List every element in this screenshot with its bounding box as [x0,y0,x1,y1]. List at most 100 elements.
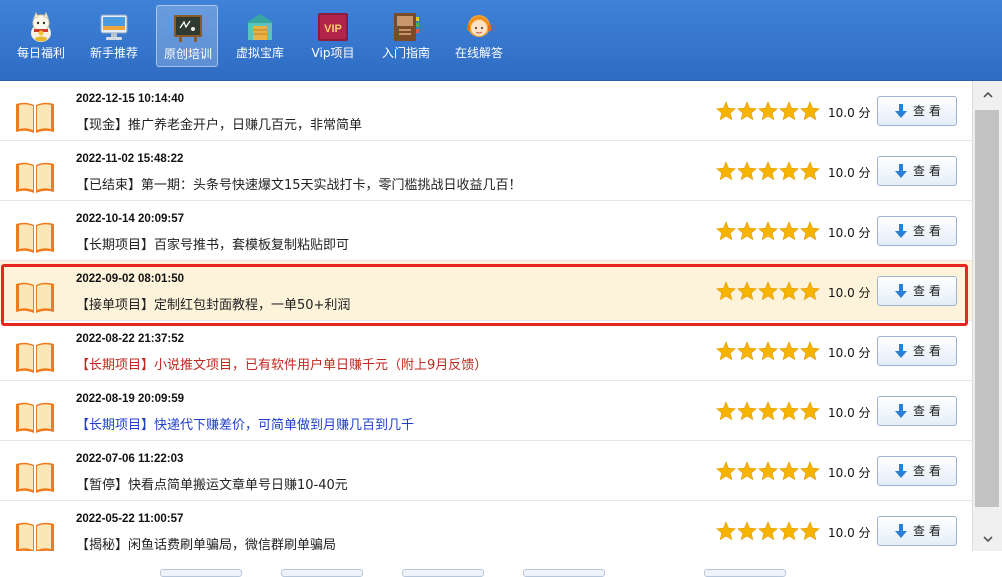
row-score: 10.0 分 [828,226,871,240]
star-icon [800,101,820,121]
star-icon [800,401,820,421]
list-item[interactable]: 2022-10-14 20:09:57 【长期项目】百家号推书，套模板复制粘贴即可… [0,201,972,261]
star-icon [779,521,799,541]
vertical-scrollbar[interactable] [972,81,1002,551]
star-rating [716,101,820,121]
toolbar-item-label: 入门指南 [381,46,430,60]
toolbar-item-beginner-guide[interactable]: 入门指南 [375,5,437,67]
footer-button[interactable] [160,569,242,577]
list-item[interactable]: 2022-07-06 11:22:03 【暂停】快看点简单搬运文章单号日赚10-4… [0,441,972,501]
view-button[interactable]: 查 看 [877,516,957,546]
star-icon [716,161,736,181]
row-title[interactable]: 【现金】推广养老金开户，日赚几百元，非常简单 [76,114,362,133]
star-rating [716,221,820,241]
toolbar-item-newbie[interactable]: 新手推荐 [83,5,145,67]
toolbar-item-vip-projects[interactable]: VIP Vip项目 [302,5,364,67]
star-rating [716,521,820,541]
star-icon [716,221,736,241]
star-icon [758,281,778,301]
star-icon [779,221,799,241]
star-icon [800,341,820,361]
view-button[interactable]: 查 看 [877,456,957,486]
row-title[interactable]: 【暂停】快看点简单搬运文章单号日赚10-40元 [76,474,348,493]
toolbar-item-daily-welfare[interactable]: 每日福利 [10,5,72,67]
footer-button[interactable] [281,569,363,577]
toolbar-item-online-help[interactable]: 在线解答 [448,5,510,67]
open-book-icon [16,102,54,133]
view-button-label: 查 看 [913,344,941,358]
footer-bar [0,551,1002,577]
list-item[interactable]: 2022-09-02 08:01:50 【接单项目】定制红包封面教程，一单50+利… [0,261,972,321]
open-book-icon [16,462,54,493]
guide-book-icon [394,13,419,41]
footer-button[interactable] [402,569,484,577]
footer-button[interactable] [523,569,605,577]
row-title[interactable]: 【长期项目】小说推文项目，已有软件用户单日赚千元（附上9月反馈） [76,354,487,373]
toolbar-item-label: 虚拟宝库 [235,46,284,60]
view-button-label: 查 看 [913,464,941,478]
star-icon [758,221,778,241]
toolbar-item-label: Vip项目 [311,46,355,60]
row-date: 2022-07-06 11:22:03 [76,453,184,465]
open-book-icon [16,522,54,551]
download-arrow-icon [895,464,907,478]
star-icon [716,521,736,541]
star-icon [800,221,820,241]
star-icon [737,281,757,301]
star-icon [779,341,799,361]
download-arrow-icon [895,524,907,538]
view-button-label: 查 看 [913,104,941,118]
list-item[interactable]: 2022-08-19 20:09:59 【长期项目】快递代下赚差价，可简单做到月赚… [0,381,972,441]
star-icon [737,221,757,241]
view-button[interactable]: 查 看 [877,276,957,306]
star-icon [737,101,757,121]
row-score: 10.0 分 [828,466,871,480]
scrollbar-thumb[interactable] [975,110,999,507]
row-title[interactable]: 【长期项目】快递代下赚差价，可简单做到月赚几百到几千 [76,414,414,433]
view-button[interactable]: 查 看 [877,216,957,246]
star-icon [800,521,820,541]
row-score: 10.0 分 [828,166,871,180]
view-button[interactable]: 查 看 [877,156,957,186]
view-button-label: 查 看 [913,164,941,178]
star-icon [758,161,778,181]
footer-button[interactable] [704,569,786,577]
view-button[interactable]: 查 看 [877,336,957,366]
view-button-label: 查 看 [913,404,941,418]
main-toolbar: 每日福利 新手推荐 原创培训 虚拟宝库 VIP Vip项目 入门指南 在线解答 [0,0,1002,81]
row-title[interactable]: 【已结束】第一期：头条号快速爆文15天实战打卡，零门槛挑战日收益几百！ [76,174,522,193]
row-title[interactable]: 【长期项目】百家号推书，套模板复制粘贴即可 [76,234,349,253]
view-button[interactable]: 查 看 [877,96,957,126]
open-book-icon [16,342,54,373]
list-item[interactable]: 2022-12-15 10:14:40 【现金】推广养老金开户，日赚几百元，非常简… [0,81,972,141]
star-icon [737,161,757,181]
star-icon [758,341,778,361]
list-item[interactable]: 2022-11-02 15:48:22 【已结束】第一期：头条号快速爆文15天实战… [0,141,972,201]
row-date: 2022-05-22 11:00:57 [76,513,184,525]
star-icon [800,281,820,301]
list-item[interactable]: 2022-08-22 21:37:52 【长期项目】小说推文项目，已有软件用户单日… [0,321,972,381]
star-icon [779,401,799,421]
scroll-up-icon[interactable] [981,88,995,102]
scroll-down-icon[interactable] [981,532,995,546]
open-book-icon [16,402,54,433]
row-title[interactable]: 【接单项目】定制红包封面教程，一单50+利润 [76,294,350,313]
view-button[interactable]: 查 看 [877,396,957,426]
list-item[interactable]: 2022-05-22 11:00:57 【揭秘】闲鱼话费刷单骗局，微信群刷单骗局 1… [0,501,972,551]
toolbar-item-virtual-treasury[interactable]: 虚拟宝库 [229,5,291,67]
row-title[interactable]: 【揭秘】闲鱼话费刷单骗局，微信群刷单骗局 [76,534,336,551]
open-book-icon [16,222,54,253]
star-icon [779,281,799,301]
star-icon [737,521,757,541]
download-arrow-icon [895,344,907,358]
row-score: 10.0 分 [828,346,871,360]
row-score: 10.0 分 [828,406,871,420]
download-arrow-icon [895,404,907,418]
row-date: 2022-12-15 10:14:40 [76,93,185,105]
view-button-label: 查 看 [913,224,941,238]
row-date: 2022-09-02 08:01:50 [76,273,185,285]
star-icon [779,461,799,481]
star-icon [758,521,778,541]
toolbar-item-original-training[interactable]: 原创培训 [156,5,218,67]
download-arrow-icon [895,104,907,118]
